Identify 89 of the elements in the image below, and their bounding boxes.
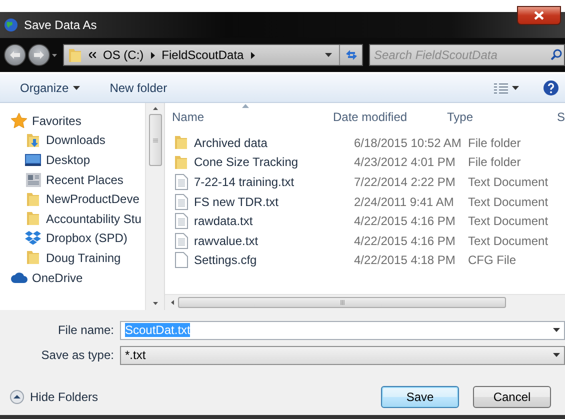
sidebar-item[interactable]: Doug Training [0,248,145,268]
file-name[interactable]: Cone Size Tracking [172,154,355,170]
list-view-icon [494,82,508,94]
date-modified: 4/22/2015 4:16 PM [354,234,456,248]
app-icon [4,18,18,32]
caret-icon[interactable] [52,54,57,56]
cancel-button[interactable]: Cancel [473,386,551,408]
scrollbar-thumb[interactable] [148,114,162,166]
file-type: Text Document [468,174,550,189]
star-icon [11,113,27,128]
column-header[interactable]: S [557,110,565,124]
right-arrow-icon [34,51,44,59]
caret-icon [553,328,560,332]
file-type: File folder [468,136,522,150]
file-type: Text Document [468,234,550,248]
refresh-icon[interactable] [344,49,358,61]
chevron-icon [250,52,255,58]
date-modified: 7/22/2014 2:22 PM [354,174,456,189]
toolbar-button[interactable]: New folder [104,81,174,95]
toolbar-button[interactable]: Organize [14,81,86,95]
sidebar-item[interactable]: OneDrive [0,268,145,288]
sidebar-item[interactable]: Desktop [0,150,145,170]
save-button[interactable]: Save [381,386,459,408]
chevron-icon [150,52,155,58]
caret-icon [512,86,519,90]
column-header[interactable]: Date modified [333,110,447,124]
dropbox-icon [25,231,41,246]
text-file-icon [174,194,188,210]
window-title: Save Data As [24,18,98,32]
file-name[interactable]: FS new TDR.txt [172,194,355,210]
sidebar-item[interactable]: Dropbox (SPD) [0,228,145,248]
close-icon [534,11,544,20]
text-file-icon [174,174,188,190]
field-label: File name: [56,323,114,337]
folder-icon [68,48,82,62]
file-name[interactable]: 7-22-14 training.txt [172,174,355,190]
file-name[interactable]: rawdata.txt [172,213,355,230]
sidebar-item[interactable]: Downloads [0,130,145,150]
text-file-icon [174,213,188,230]
field-label: Save as type: [40,348,114,362]
sort-arrow-icon [242,104,249,108]
scroll-left-icon[interactable] [171,300,174,305]
sidebar-item[interactable]: Recent Places [0,170,145,190]
folder-icon [26,211,40,226]
text-file-icon [174,232,188,249]
sidebar-item[interactable]: Accountability Stu [0,208,145,229]
scroll-up-icon[interactable] [152,107,158,110]
forward-button[interactable] [28,44,50,66]
column-header[interactable]: Name [172,110,333,124]
caret-icon [553,353,560,357]
folder-icon [174,154,188,170]
file-icon [174,252,188,268]
address-bar[interactable]: OS (C:) FieldScoutData [63,44,363,66]
breadcrumb-item[interactable]: OS (C:) [103,48,144,62]
date-modified: 4/23/2012 4:01 PM [354,155,456,170]
folder-icon [174,135,188,150]
breadcrumb-item[interactable]: FieldScoutData [162,48,244,62]
back-button[interactable] [4,44,26,66]
file-type: CFG File [468,253,517,268]
file-type-dropdown[interactable]: *.txt [120,346,565,364]
date-modified: 2/24/2011 9:41 AM [354,194,455,209]
column-header[interactable]: Type [447,110,557,124]
double-chevron-icon [89,52,96,58]
file-name[interactable]: Settings.cfg [172,252,355,268]
search-icon [551,49,562,60]
cloud-icon [10,272,28,284]
date-modified: 6/18/2015 10:52 AM [354,136,462,150]
file-name[interactable]: rawvalue.txt [172,232,355,249]
search-field[interactable]: Search FieldScoutData [369,44,565,66]
left-arrow-icon [10,51,20,59]
date-modified: 4/22/2015 4:16 PM [354,214,456,228]
folder-icon [26,192,40,207]
caret-icon [325,53,332,57]
scrollbar-thumb[interactable] [178,297,506,308]
sidebar-header[interactable]: Favorites [0,111,145,131]
recent-places-icon [26,172,40,187]
file-type: File folder [468,155,522,170]
date-modified: 4/22/2015 4:18 PM [354,253,456,268]
close-button[interactable] [517,6,561,25]
hide-folders-button[interactable]: Hide Folders [10,390,98,404]
folder-download-icon [26,132,40,148]
file-name[interactable]: Archived data [172,135,355,150]
folder-icon [26,250,40,266]
file-type: Text Document [468,194,550,209]
help-icon[interactable] [543,80,559,96]
file-type: Text Document [468,214,550,228]
scroll-down-icon[interactable] [152,302,158,305]
sidebar-item[interactable]: NewProductDeve [0,189,145,209]
desktop-icon [25,154,41,166]
